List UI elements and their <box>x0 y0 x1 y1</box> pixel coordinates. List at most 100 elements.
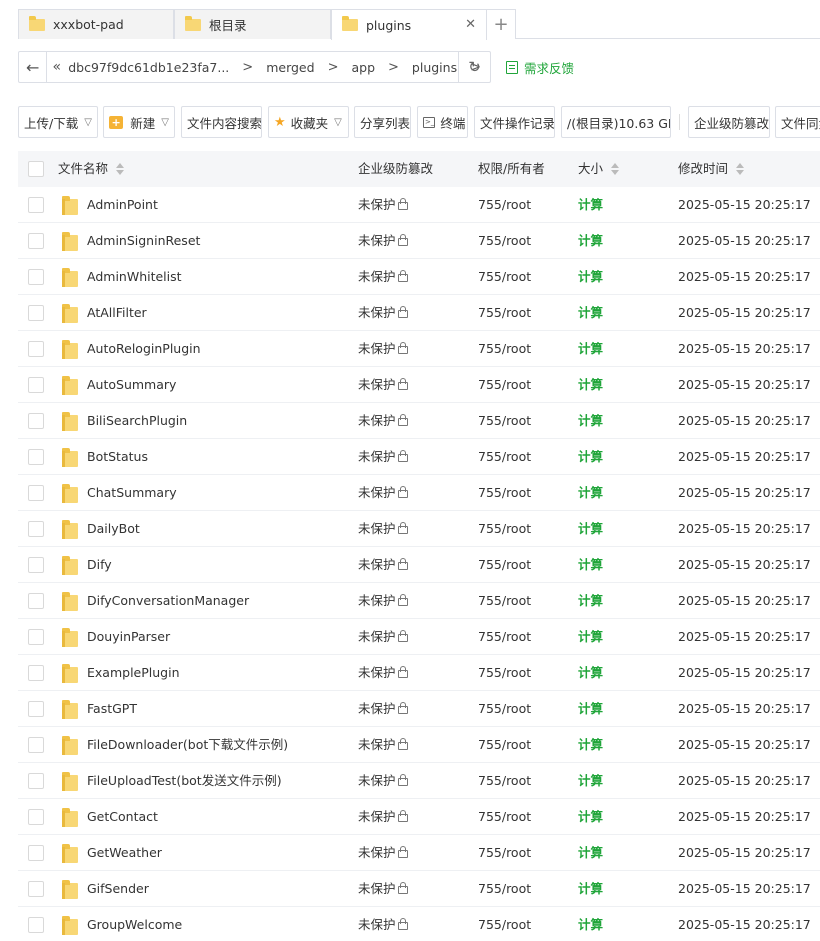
protect-status[interactable]: 未保护 <box>358 763 408 799</box>
row-checkbox[interactable] <box>28 773 44 789</box>
protect-status[interactable]: 未保护 <box>358 547 408 583</box>
permission-owner[interactable]: 755/root <box>478 691 531 727</box>
close-icon[interactable]: ✕ <box>465 17 476 32</box>
table-row[interactable]: GifSender 未保护 755/root 计算 2025-05-15 20:… <box>18 871 820 907</box>
breadcrumb-item[interactable]: merged <box>262 60 318 75</box>
size-calc-link[interactable]: 计算 <box>578 619 603 655</box>
file-name[interactable]: BotStatus <box>87 439 148 475</box>
breadcrumb-item[interactable]: plugins <box>408 60 461 75</box>
refresh-icon[interactable]: ↻ <box>458 52 490 82</box>
terminal-button[interactable]: >_ 终端 <box>417 106 468 138</box>
size-calc-link[interactable]: 计算 <box>578 691 603 727</box>
protect-status[interactable]: 未保护 <box>358 655 408 691</box>
row-checkbox[interactable] <box>28 377 44 393</box>
protect-status[interactable]: 未保护 <box>358 403 408 439</box>
file-name[interactable]: DailyBot <box>87 511 140 547</box>
protect-status[interactable]: 未保护 <box>358 331 408 367</box>
table-row[interactable]: AtAllFilter 未保护 755/root 计算 2025-05-15 2… <box>18 295 820 331</box>
protect-status[interactable]: 未保护 <box>358 367 408 403</box>
protect-status[interactable]: 未保护 <box>358 907 408 941</box>
protect-status[interactable]: 未保护 <box>358 691 408 727</box>
file-name[interactable]: AdminWhitelist <box>87 259 182 295</box>
file-name[interactable]: AutoSummary <box>87 367 176 403</box>
row-checkbox[interactable] <box>28 233 44 249</box>
size-calc-link[interactable]: 计算 <box>578 583 603 619</box>
file-name[interactable]: DifyConversationManager <box>87 583 249 619</box>
tab-root[interactable]: 根目录 <box>174 9 331 39</box>
permission-owner[interactable]: 755/root <box>478 835 531 871</box>
size-calc-link[interactable]: 计算 <box>578 799 603 835</box>
content-search-button[interactable]: 文件内容搜索 <box>181 106 262 138</box>
add-tab-button[interactable]: + <box>486 9 516 39</box>
row-checkbox[interactable] <box>28 737 44 753</box>
file-name[interactable]: ExamplePlugin <box>87 655 180 691</box>
protect-status[interactable]: 未保护 <box>358 799 408 835</box>
operation-log-button[interactable]: 文件操作记录 <box>474 106 555 138</box>
table-row[interactable]: DifyConversationManager 未保护 755/root 计算 … <box>18 583 820 619</box>
tab-plugins[interactable]: plugins ✕ <box>331 9 487 40</box>
feedback-link[interactable]: 需求反馈 <box>506 58 574 77</box>
size-calc-link[interactable]: 计算 <box>578 871 603 907</box>
share-list-button[interactable]: 分享列表 <box>354 106 411 138</box>
row-checkbox[interactable] <box>28 449 44 465</box>
size-calc-link[interactable]: 计算 <box>578 727 603 763</box>
file-name[interactable]: ChatSummary <box>87 475 177 511</box>
file-name[interactable]: AutoReloginPlugin <box>87 331 201 367</box>
permission-owner[interactable]: 755/root <box>478 619 531 655</box>
size-calc-link[interactable]: 计算 <box>578 475 603 511</box>
disk-info-button[interactable]: /(根目录)10.63 GB <box>561 106 671 138</box>
table-row[interactable]: AdminSigninReset 未保护 755/root 计算 2025-05… <box>18 223 820 259</box>
table-row[interactable]: GetContact 未保护 755/root 计算 2025-05-15 20… <box>18 799 820 835</box>
permission-owner[interactable]: 755/root <box>478 727 531 763</box>
file-name[interactable]: GetContact <box>87 799 158 835</box>
row-checkbox[interactable] <box>28 269 44 285</box>
double-chevron-left-icon[interactable]: « <box>49 59 64 75</box>
table-row[interactable]: ExamplePlugin 未保护 755/root 计算 2025-05-15… <box>18 655 820 691</box>
back-arrow-icon[interactable]: ← <box>19 52 48 82</box>
table-row[interactable]: FastGPT 未保护 755/root 计算 2025-05-15 20:25… <box>18 691 820 727</box>
permission-owner[interactable]: 755/root <box>478 295 531 331</box>
permission-owner[interactable]: 755/root <box>478 907 531 941</box>
table-row[interactable]: DailyBot 未保护 755/root 计算 2025-05-15 20:2… <box>18 511 820 547</box>
file-name[interactable]: FileDownloader(bot下载文件示例) <box>87 727 288 763</box>
row-checkbox[interactable] <box>28 413 44 429</box>
size-calc-link[interactable]: 计算 <box>578 223 603 259</box>
row-checkbox[interactable] <box>28 305 44 321</box>
protect-status[interactable]: 未保护 <box>358 187 408 223</box>
row-checkbox[interactable] <box>28 701 44 717</box>
permission-owner[interactable]: 755/root <box>478 367 531 403</box>
size-calc-link[interactable]: 计算 <box>578 367 603 403</box>
size-calc-link[interactable]: 计算 <box>578 547 603 583</box>
table-row[interactable]: BotStatus 未保护 755/root 计算 2025-05-15 20:… <box>18 439 820 475</box>
size-calc-link[interactable]: 计算 <box>578 655 603 691</box>
file-sync-button[interactable]: 文件同步 <box>775 106 820 138</box>
size-calc-link[interactable]: 计算 <box>578 331 603 367</box>
header-name[interactable]: 文件名称 <box>58 151 125 187</box>
row-checkbox[interactable] <box>28 521 44 537</box>
protect-status[interactable]: 未保护 <box>358 439 408 475</box>
table-row[interactable]: AdminWhitelist 未保护 755/root 计算 2025-05-1… <box>18 259 820 295</box>
permission-owner[interactable]: 755/root <box>478 871 531 907</box>
row-checkbox[interactable] <box>28 809 44 825</box>
size-calc-link[interactable]: 计算 <box>578 511 603 547</box>
protect-status[interactable]: 未保护 <box>358 619 408 655</box>
header-size[interactable]: 大小 <box>578 151 620 187</box>
permission-owner[interactable]: 755/root <box>478 799 531 835</box>
permission-owner[interactable]: 755/root <box>478 187 531 223</box>
row-checkbox[interactable] <box>28 557 44 573</box>
row-checkbox[interactable] <box>28 485 44 501</box>
favorites-button[interactable]: ★ 收藏夹 ▽ <box>268 106 349 138</box>
tab-xxxbot-pad[interactable]: xxxbot-pad <box>18 9 174 39</box>
size-calc-link[interactable]: 计算 <box>578 187 603 223</box>
breadcrumb-item[interactable]: dbc97f9dc61db1e23fa7... <box>64 60 233 75</box>
table-row[interactable]: ChatSummary 未保护 755/root 计算 2025-05-15 2… <box>18 475 820 511</box>
row-checkbox[interactable] <box>28 917 44 933</box>
protect-status[interactable]: 未保护 <box>358 583 408 619</box>
file-name[interactable]: GifSender <box>87 871 149 907</box>
file-name[interactable]: DouyinParser <box>87 619 170 655</box>
file-name[interactable]: AdminSigninReset <box>87 223 200 259</box>
permission-owner[interactable]: 755/root <box>478 331 531 367</box>
size-calc-link[interactable]: 计算 <box>578 295 603 331</box>
row-checkbox[interactable] <box>28 845 44 861</box>
size-calc-link[interactable]: 计算 <box>578 835 603 871</box>
